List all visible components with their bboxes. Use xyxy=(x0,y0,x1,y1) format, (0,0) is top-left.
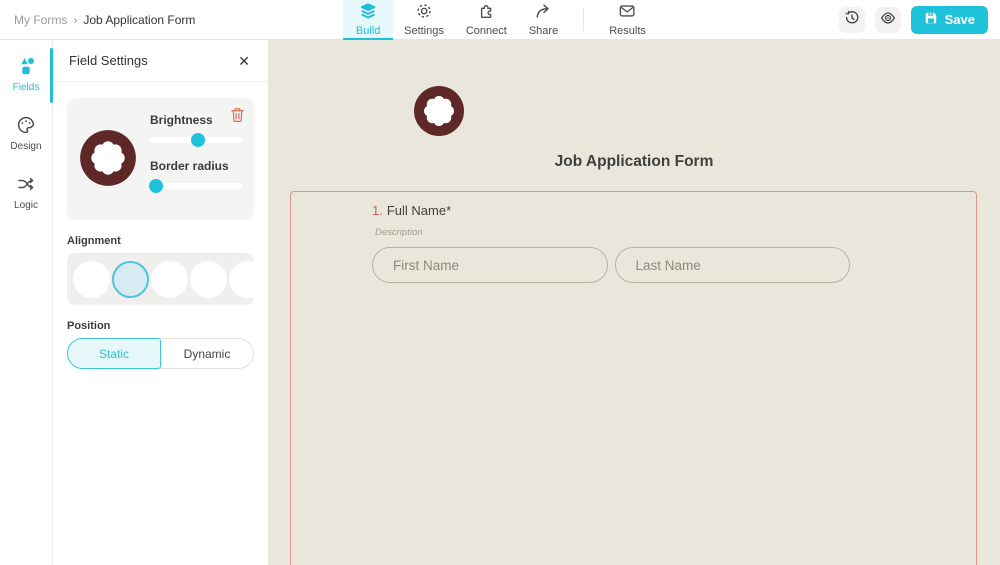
nav-label: Design xyxy=(10,141,42,152)
tab-label: Build xyxy=(355,25,381,37)
tab-label: Share xyxy=(528,25,559,37)
position-toggle: Static Dynamic xyxy=(67,338,254,369)
image-settings-card: Brightness Border radius xyxy=(67,98,254,220)
palette-icon xyxy=(16,115,36,138)
share-arrow-icon xyxy=(535,2,553,23)
tab-share[interactable]: Share xyxy=(518,0,569,39)
preview-button[interactable] xyxy=(874,6,901,33)
sidebar-item-logic[interactable]: Logic xyxy=(0,164,52,223)
border-radius-label: Border radius xyxy=(150,159,229,173)
breadcrumb-separator: › xyxy=(73,12,78,27)
top-bar: My Forms › Job Application Form Build Se… xyxy=(0,0,1000,40)
gear-icon xyxy=(415,2,433,23)
history-icon xyxy=(844,10,860,29)
alignment-option-1[interactable] xyxy=(73,260,110,298)
image-sliders: Brightness Border radius xyxy=(148,111,242,205)
alignment-option-2[interactable] xyxy=(112,260,149,298)
brightness-slider[interactable] xyxy=(150,133,242,147)
envelope-icon xyxy=(619,2,637,23)
slider-thumb[interactable] xyxy=(190,133,205,147)
trash-icon xyxy=(230,108,245,126)
required-mark: * xyxy=(446,203,452,218)
position-label: Position xyxy=(67,320,111,332)
position-dynamic-button[interactable]: Dynamic xyxy=(161,338,254,369)
floppy-icon xyxy=(924,11,938,28)
last-name-input[interactable] xyxy=(614,247,850,283)
field-number: 1. xyxy=(372,203,383,218)
puzzle-icon xyxy=(477,2,495,23)
save-label: Save xyxy=(944,12,975,27)
save-button[interactable]: Save xyxy=(910,5,988,34)
border-radius-slider[interactable] xyxy=(148,179,242,193)
field-label-row: 1. Full Name* xyxy=(372,203,850,218)
alignment-label: Alignment xyxy=(67,235,121,247)
tab-label: Settings xyxy=(404,25,444,37)
breadcrumb: My Forms › Job Application Form xyxy=(0,13,195,27)
eye-icon xyxy=(880,10,896,29)
header-actions: Save xyxy=(838,5,1000,34)
panel-title: Field Settings xyxy=(69,53,148,68)
close-icon[interactable]: ✕ xyxy=(236,52,252,70)
tab-divider xyxy=(583,8,585,31)
form-title[interactable]: Job Application Form xyxy=(268,153,1000,171)
panel-header: Field Settings ✕ xyxy=(53,40,268,82)
brightness-label: Brightness xyxy=(150,113,213,127)
delete-image-button[interactable] xyxy=(230,107,245,126)
sidebar-item-fields[interactable]: Fields xyxy=(0,46,53,105)
shapes-icon xyxy=(16,56,36,79)
slider-thumb[interactable] xyxy=(148,179,163,193)
tab-results[interactable]: Results xyxy=(598,0,657,39)
alignment-option-3[interactable] xyxy=(151,260,188,298)
flower-logo[interactable] xyxy=(413,85,465,137)
nav-label: Logic xyxy=(14,200,38,211)
left-nav: Fields Design Logic xyxy=(0,40,53,565)
history-button[interactable] xyxy=(838,6,865,33)
form-canvas: Job Application Form 1. Full Name* Descri… xyxy=(268,40,1000,565)
tab-build[interactable]: Build xyxy=(343,0,394,40)
first-name-input[interactable] xyxy=(372,247,608,283)
tab-label: Results xyxy=(609,25,646,37)
field-description: Description xyxy=(375,227,423,238)
alignment-option-5[interactable] xyxy=(229,260,254,298)
position-static-button[interactable]: Static xyxy=(67,338,161,369)
field-label: Full Name xyxy=(386,203,447,218)
name-inputs-row xyxy=(372,247,850,283)
sidebar-item-design[interactable]: Design xyxy=(0,105,52,164)
slider-track[interactable] xyxy=(150,183,242,189)
tab-connect[interactable]: Connect xyxy=(455,0,518,39)
full-name-field[interactable]: 1. Full Name* Description xyxy=(372,203,850,283)
alignment-options xyxy=(67,253,254,305)
main-tabs: Build Settings Connect Share Results xyxy=(343,0,657,40)
layers-icon xyxy=(359,2,377,23)
breadcrumb-my-forms[interactable]: My Forms xyxy=(14,13,67,27)
panel-content: Brightness Border radius Alignment Posit… xyxy=(53,82,268,385)
tab-settings[interactable]: Settings xyxy=(393,0,455,39)
tab-label: Connect xyxy=(465,25,507,37)
breadcrumb-form-name[interactable]: Job Application Form xyxy=(83,13,195,27)
shuffle-icon xyxy=(16,174,36,197)
nav-label: Fields xyxy=(12,82,40,93)
flower-logo-thumbnail[interactable] xyxy=(79,129,137,187)
alignment-option-4[interactable] xyxy=(190,260,227,298)
field-settings-panel: Field Settings ✕ Brightness Border radiu… xyxy=(53,40,268,565)
